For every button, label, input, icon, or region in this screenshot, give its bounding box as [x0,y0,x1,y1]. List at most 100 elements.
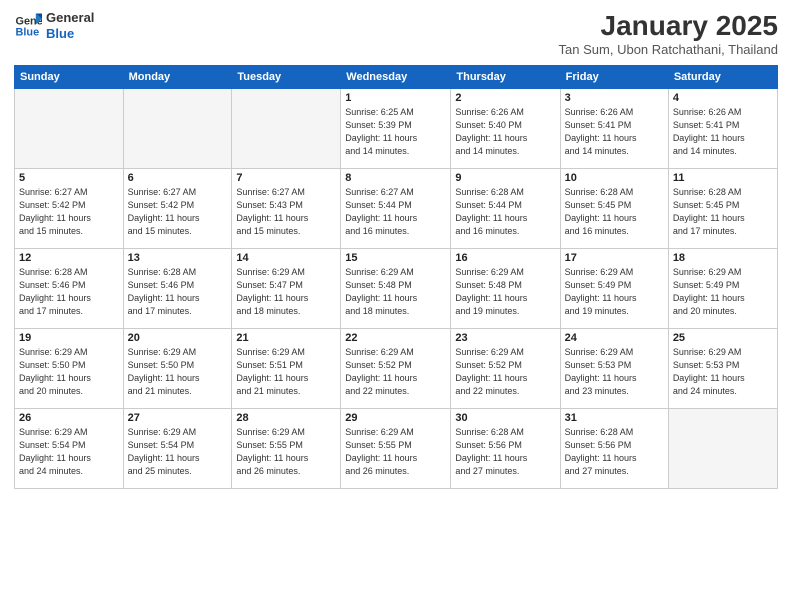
day-info: Sunrise: 6:29 AM Sunset: 5:53 PM Dayligh… [565,346,664,398]
header: General Blue General Blue January 2025 T… [14,10,778,57]
calendar-cell: 11 Sunrise: 6:28 AM Sunset: 5:45 PM Dayli… [668,169,777,249]
calendar-cell: 4 Sunrise: 6:26 AM Sunset: 5:41 PM Daylig… [668,89,777,169]
day-number: 7 [236,172,336,184]
day-info: Sunrise: 6:28 AM Sunset: 5:56 PM Dayligh… [455,426,555,478]
day-info: Sunrise: 6:28 AM Sunset: 5:46 PM Dayligh… [128,266,228,318]
day-number: 14 [236,252,336,264]
logo-text: General Blue [46,10,94,41]
day-info: Sunrise: 6:26 AM Sunset: 5:40 PM Dayligh… [455,106,555,158]
calendar-cell: 31 Sunrise: 6:28 AM Sunset: 5:56 PM Dayli… [560,409,668,489]
calendar-cell [232,89,341,169]
day-info: Sunrise: 6:28 AM Sunset: 5:56 PM Dayligh… [565,426,664,478]
day-number: 8 [345,172,446,184]
day-info: Sunrise: 6:27 AM Sunset: 5:42 PM Dayligh… [128,186,228,238]
header-wednesday: Wednesday [341,66,451,89]
day-number: 12 [19,252,119,264]
calendar-cell: 9 Sunrise: 6:28 AM Sunset: 5:44 PM Daylig… [451,169,560,249]
calendar-cell: 28 Sunrise: 6:29 AM Sunset: 5:55 PM Dayli… [232,409,341,489]
day-number: 23 [455,332,555,344]
calendar-cell [123,89,232,169]
day-number: 4 [673,92,773,104]
header-sunday: Sunday [15,66,124,89]
day-info: Sunrise: 6:29 AM Sunset: 5:50 PM Dayligh… [128,346,228,398]
day-number: 28 [236,412,336,424]
day-info: Sunrise: 6:29 AM Sunset: 5:51 PM Dayligh… [236,346,336,398]
calendar-week-row: 1Sunrise: 6:25 AM Sunset: 5:39 PM Daylig… [15,89,778,169]
day-info: Sunrise: 6:28 AM Sunset: 5:44 PM Dayligh… [455,186,555,238]
calendar-cell: 19Sunrise: 6:29 AM Sunset: 5:50 PM Dayli… [15,329,124,409]
calendar-cell: 21 Sunrise: 6:29 AM Sunset: 5:51 PM Dayli… [232,329,341,409]
calendar-cell: 10 Sunrise: 6:28 AM Sunset: 5:45 PM Dayli… [560,169,668,249]
calendar-cell: 15 Sunrise: 6:29 AM Sunset: 5:48 PM Dayli… [341,249,451,329]
day-number: 25 [673,332,773,344]
day-info: Sunrise: 6:26 AM Sunset: 5:41 PM Dayligh… [673,106,773,158]
logo: General Blue General Blue [14,10,94,41]
day-info: Sunrise: 6:27 AM Sunset: 5:43 PM Dayligh… [236,186,336,238]
calendar-week-row: 19Sunrise: 6:29 AM Sunset: 5:50 PM Dayli… [15,329,778,409]
day-number: 17 [565,252,664,264]
day-info: Sunrise: 6:29 AM Sunset: 5:53 PM Dayligh… [673,346,773,398]
calendar-cell: 16Sunrise: 6:29 AM Sunset: 5:48 PM Dayli… [451,249,560,329]
calendar-cell: 2 Sunrise: 6:26 AM Sunset: 5:40 PM Daylig… [451,89,560,169]
svg-text:Blue: Blue [16,26,40,38]
day-info: Sunrise: 6:27 AM Sunset: 5:44 PM Dayligh… [345,186,446,238]
day-number: 24 [565,332,664,344]
calendar-week-row: 26 Sunrise: 6:29 AM Sunset: 5:54 PM Dayli… [15,409,778,489]
day-number: 29 [345,412,446,424]
calendar-cell: 25 Sunrise: 6:29 AM Sunset: 5:53 PM Dayli… [668,329,777,409]
day-number: 9 [455,172,555,184]
day-info: Sunrise: 6:27 AM Sunset: 5:42 PM Dayligh… [19,186,119,238]
day-number: 11 [673,172,773,184]
day-info: Sunrise: 6:29 AM Sunset: 5:54 PM Dayligh… [19,426,119,478]
day-number: 15 [345,252,446,264]
day-number: 10 [565,172,664,184]
day-info: Sunrise: 6:29 AM Sunset: 5:54 PM Dayligh… [128,426,228,478]
calendar-cell: 18Sunrise: 6:29 AM Sunset: 5:49 PM Dayli… [668,249,777,329]
day-info: Sunrise: 6:29 AM Sunset: 5:48 PM Dayligh… [455,266,555,318]
day-info: Sunrise: 6:29 AM Sunset: 5:50 PM Dayligh… [19,346,119,398]
day-info: Sunrise: 6:29 AM Sunset: 5:55 PM Dayligh… [236,426,336,478]
day-number: 22 [345,332,446,344]
logo-line2: Blue [46,26,74,41]
calendar-cell: 23 Sunrise: 6:29 AM Sunset: 5:52 PM Dayli… [451,329,560,409]
header-friday: Friday [560,66,668,89]
calendar-cell: 24 Sunrise: 6:29 AM Sunset: 5:53 PM Dayli… [560,329,668,409]
subtitle: Tan Sum, Ubon Ratchathani, Thailand [559,42,778,57]
day-number: 31 [565,412,664,424]
header-saturday: Saturday [668,66,777,89]
calendar: Sunday Monday Tuesday Wednesday Thursday… [14,65,778,489]
day-info: Sunrise: 6:29 AM Sunset: 5:52 PM Dayligh… [455,346,555,398]
day-number: 2 [455,92,555,104]
day-info: Sunrise: 6:29 AM Sunset: 5:48 PM Dayligh… [345,266,446,318]
day-info: Sunrise: 6:28 AM Sunset: 5:45 PM Dayligh… [673,186,773,238]
calendar-cell: 29 Sunrise: 6:29 AM Sunset: 5:55 PM Dayli… [341,409,451,489]
page: General Blue General Blue January 2025 T… [0,0,792,612]
day-info: Sunrise: 6:29 AM Sunset: 5:55 PM Dayligh… [345,426,446,478]
header-monday: Monday [123,66,232,89]
calendar-cell: 12 Sunrise: 6:28 AM Sunset: 5:46 PM Dayli… [15,249,124,329]
day-number: 3 [565,92,664,104]
calendar-cell: 30Sunrise: 6:28 AM Sunset: 5:56 PM Dayli… [451,409,560,489]
month-title: January 2025 [559,10,778,42]
calendar-week-row: 12 Sunrise: 6:28 AM Sunset: 5:46 PM Dayli… [15,249,778,329]
day-info: Sunrise: 6:29 AM Sunset: 5:49 PM Dayligh… [565,266,664,318]
calendar-header-row: Sunday Monday Tuesday Wednesday Thursday… [15,66,778,89]
day-number: 6 [128,172,228,184]
day-number: 5 [19,172,119,184]
calendar-cell: 14Sunrise: 6:29 AM Sunset: 5:47 PM Dayli… [232,249,341,329]
day-number: 21 [236,332,336,344]
calendar-cell: 20Sunrise: 6:29 AM Sunset: 5:50 PM Dayli… [123,329,232,409]
day-info: Sunrise: 6:28 AM Sunset: 5:46 PM Dayligh… [19,266,119,318]
day-info: Sunrise: 6:28 AM Sunset: 5:45 PM Dayligh… [565,186,664,238]
calendar-cell: 22Sunrise: 6:29 AM Sunset: 5:52 PM Dayli… [341,329,451,409]
day-number: 26 [19,412,119,424]
logo-icon: General Blue [14,12,42,40]
calendar-cell: 6 Sunrise: 6:27 AM Sunset: 5:42 PM Daylig… [123,169,232,249]
calendar-cell: 1Sunrise: 6:25 AM Sunset: 5:39 PM Daylig… [341,89,451,169]
day-info: Sunrise: 6:26 AM Sunset: 5:41 PM Dayligh… [565,106,664,158]
calendar-cell: 26 Sunrise: 6:29 AM Sunset: 5:54 PM Dayli… [15,409,124,489]
calendar-cell: 13Sunrise: 6:28 AM Sunset: 5:46 PM Dayli… [123,249,232,329]
calendar-cell: 7 Sunrise: 6:27 AM Sunset: 5:43 PM Daylig… [232,169,341,249]
calendar-cell: 3 Sunrise: 6:26 AM Sunset: 5:41 PM Daylig… [560,89,668,169]
day-number: 1 [345,92,446,104]
